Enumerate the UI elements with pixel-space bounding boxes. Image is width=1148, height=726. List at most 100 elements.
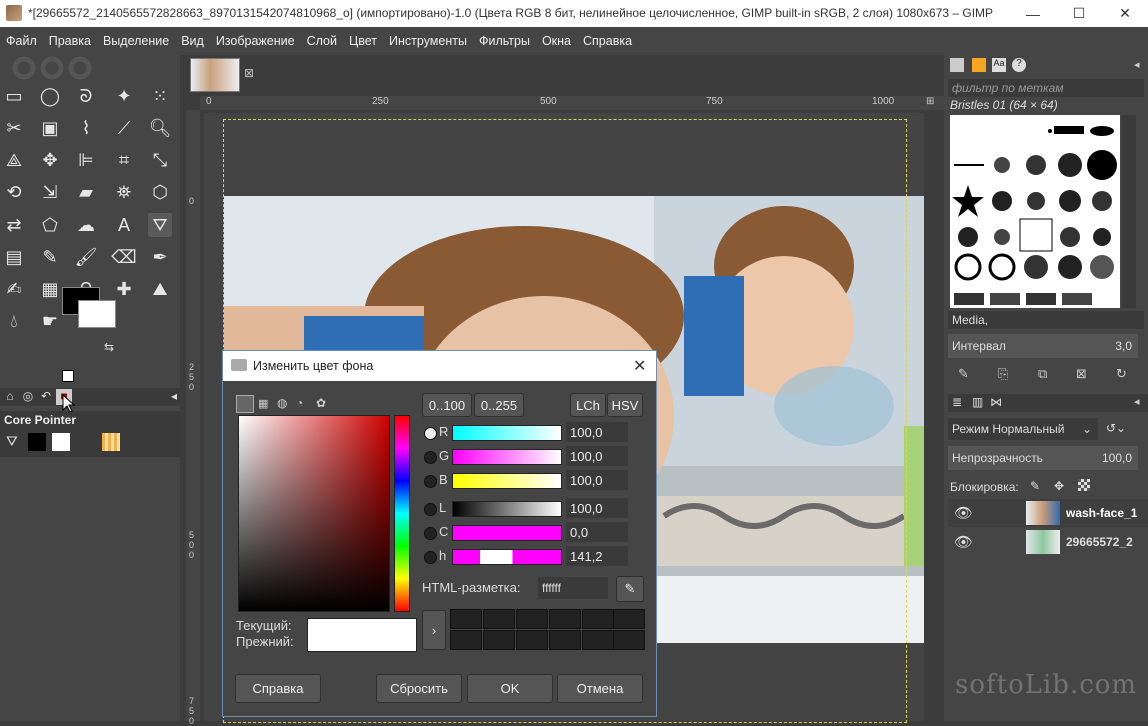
scissors-icon[interactable]: ✂ (2, 116, 26, 140)
history-swatch[interactable] (613, 630, 645, 650)
help-tab-icon[interactable]: ? (1012, 58, 1026, 72)
channel-l-slider[interactable] (452, 501, 562, 517)
image-thumbnail-tab[interactable] (190, 58, 240, 92)
maximize-button[interactable]: ☐ (1056, 0, 1102, 27)
crop-icon[interactable]: ⌗ (112, 148, 136, 172)
eyedropper-button[interactable]: ✎ (616, 576, 644, 602)
cage-transform-icon[interactable]: ⛯ (112, 180, 136, 204)
warp-transform-icon[interactable]: ⇄ (2, 213, 26, 237)
shear-icon[interactable]: ▰ (74, 180, 98, 204)
airbrush-icon[interactable]: ✒ (148, 245, 172, 269)
rect-select-icon[interactable]: ▭ (2, 84, 26, 108)
channel-r-radio[interactable] (424, 427, 437, 440)
history-swatch[interactable] (549, 630, 581, 650)
menu-select[interactable]: Выделение (97, 34, 175, 48)
paintbrush-icon[interactable]: 🖌︎ (74, 245, 98, 269)
history-swatch[interactable] (483, 609, 515, 629)
bucket-fill-icon[interactable]: ⛛ (148, 213, 172, 237)
history-swatch[interactable] (516, 630, 548, 650)
heal-icon[interactable]: ✚ (112, 277, 136, 301)
zoom-fit-icon[interactable]: ⊞ (926, 96, 940, 110)
layer-row[interactable]: 👁︎ wash-face_1 (948, 499, 1148, 527)
history-swatch[interactable] (582, 630, 614, 650)
tool-options-tab-icon[interactable]: ⌂ (2, 389, 18, 405)
close-image-tab-icon[interactable]: ⊠ (244, 66, 254, 80)
gimp-selector-icon[interactable] (236, 395, 254, 413)
ink-icon[interactable]: ✍ (2, 277, 26, 301)
fuzzy-select-icon[interactable]: ✦ (112, 84, 136, 108)
help-button[interactable]: Справка (235, 674, 321, 703)
channel-c-value[interactable]: 0,0 (566, 522, 628, 542)
align-icon[interactable]: ⊫ (74, 148, 98, 172)
channel-g-value[interactable]: 100,0 (566, 446, 628, 466)
mypaint-brush-icon[interactable]: ▦ (38, 277, 62, 301)
channel-h-radio[interactable] (424, 551, 437, 564)
brush-preset-select[interactable]: Media, (948, 311, 1144, 329)
rotate-icon[interactable]: ⟲ (2, 180, 26, 204)
lock-alpha-icon[interactable] (1078, 479, 1090, 491)
brushes-tab-icon[interactable] (950, 58, 964, 72)
watercolor-selector-icon[interactable]: ◍ (277, 396, 287, 410)
eraser-icon[interactable]: ⌫ (111, 245, 136, 269)
history-swatch[interactable] (516, 609, 548, 629)
scale-icon[interactable]: ⇲ (38, 180, 62, 204)
cancel-button[interactable]: Отмена (557, 674, 643, 703)
handle-transform-icon[interactable]: ⬠ (38, 213, 62, 237)
opacity-slider[interactable]: Непрозрачность 100,0 (948, 446, 1138, 470)
history-swatch[interactable] (450, 609, 482, 629)
minimize-button[interactable]: — (1010, 0, 1056, 27)
paths-tab-icon[interactable]: ⋈ (990, 395, 1002, 409)
palette-selector-icon[interactable]: ✿ (316, 396, 326, 410)
fonts-tab-icon[interactable]: Aa (992, 58, 1006, 72)
panel-menu-icon[interactable]: ◂ (166, 389, 182, 405)
color-picker-icon[interactable]: ⟋ (112, 116, 136, 140)
color-select-icon[interactable]: ⁙ (148, 84, 172, 108)
zoom-icon[interactable]: 🔍︎ (148, 116, 172, 140)
3d-transform-icon[interactable]: ⬡ (148, 180, 172, 204)
refresh-brushes-icon[interactable]: ↻ (1116, 366, 1127, 382)
dialog-close-icon[interactable]: ✕ (633, 356, 646, 376)
measure-icon[interactable]: ⟁ (2, 148, 26, 172)
channel-l-value[interactable]: 100,0 (566, 498, 628, 518)
lasso-icon[interactable]: ᘐ (74, 84, 98, 108)
visibility-eye-icon[interactable]: 👁︎ (954, 533, 973, 551)
channel-g-radio[interactable] (424, 451, 437, 464)
menu-tools[interactable]: Инструменты (383, 34, 473, 48)
range-0-100-button[interactable]: 0..100 (422, 393, 472, 417)
smudge-tool-icon[interactable]: ☛ (38, 309, 62, 333)
menu-help[interactable]: Справка (577, 34, 638, 48)
device-status-tab-icon[interactable]: ◎ (20, 389, 36, 405)
visibility-eye-icon[interactable]: 👁︎ (954, 504, 973, 522)
ok-button[interactable]: OK (467, 674, 553, 703)
channel-c-radio[interactable] (424, 527, 437, 540)
spacing-slider[interactable]: Интервал 3,0 (948, 334, 1138, 358)
duplicate-brush-icon[interactable]: ⧉ (1038, 366, 1047, 382)
background-color-swatch[interactable] (78, 300, 116, 328)
range-0-255-button[interactable]: 0..255 (474, 393, 524, 417)
layers-menu-icon[interactable]: ◂ (1134, 395, 1140, 408)
channel-b-value[interactable]: 100,0 (566, 470, 628, 490)
blur-icon[interactable]: 💧︎ (2, 309, 26, 333)
unified-transform-icon[interactable]: ⤡ (148, 148, 172, 172)
mode-reset-icon[interactable]: ↺⌄ (1106, 421, 1126, 435)
dock-menu-icon[interactable]: ◂ (1134, 58, 1140, 71)
history-swatch[interactable] (582, 609, 614, 629)
default-colors-icon[interactable] (62, 370, 74, 382)
wheel-selector-icon[interactable]: ◔ (296, 396, 303, 410)
history-swatch[interactable] (549, 609, 581, 629)
close-window-button[interactable]: ✕ (1102, 0, 1148, 27)
layer-row[interactable]: 👁︎ 29665572_2 (948, 528, 1148, 556)
blend-mode-select[interactable]: Режим Нормальный ⌄ (948, 418, 1098, 440)
paths-icon[interactable]: ⌇ (74, 116, 98, 140)
saturation-value-picker[interactable] (238, 415, 390, 612)
channel-h-value[interactable]: 141,2 (566, 546, 628, 566)
channel-r-slider[interactable] (452, 425, 562, 441)
history-swatch[interactable] (613, 609, 645, 629)
lock-pixels-icon[interactable]: ✎ (1030, 479, 1040, 493)
history-swatch[interactable] (450, 630, 482, 650)
brush-grid-scrollbar[interactable] (1122, 115, 1136, 308)
menu-view[interactable]: Вид (175, 34, 210, 48)
text-tool-icon[interactable]: A (112, 213, 136, 237)
menu-filters[interactable]: Фильтры (473, 34, 536, 48)
perspective-clone-icon[interactable]: ⛰ (148, 277, 172, 301)
